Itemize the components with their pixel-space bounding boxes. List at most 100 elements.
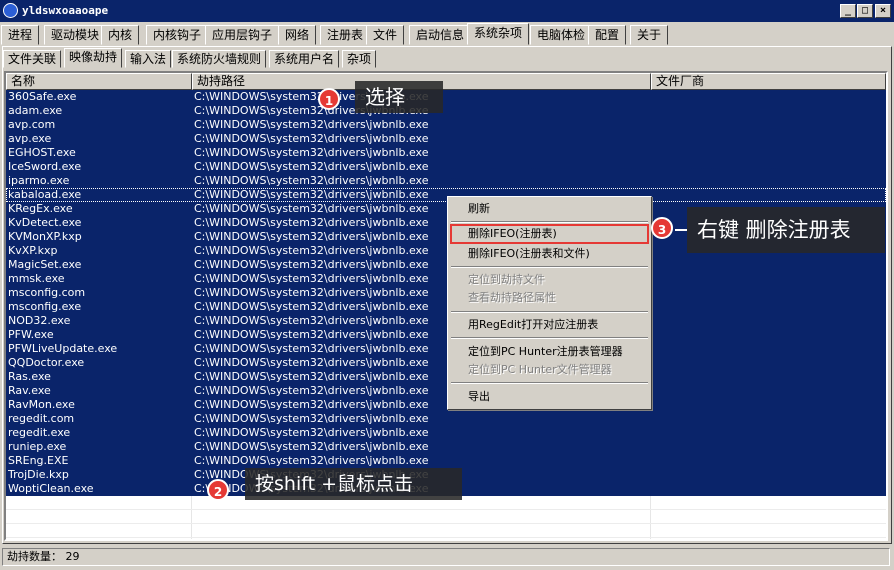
tab-registry[interactable]: 注册表 <box>320 25 371 45</box>
cell-path: C:\WINDOWS\system32\drivers\jwbnlb.exe <box>194 412 429 425</box>
column-header-vendor[interactable]: 文件厂商 <box>651 73 886 90</box>
empty-row <box>6 524 886 538</box>
subtab-firewall-rules[interactable]: 系统防火墙规则 <box>172 50 267 68</box>
cell-name: PFWLiveUpdate.exe <box>8 342 118 355</box>
tab-kernel-hooks[interactable]: 内核钩子 <box>146 25 209 45</box>
cell-name: Ras.exe <box>8 370 51 383</box>
table-row[interactable]: adam.exe C:\WINDOWS\system32\drivers\jwbn… <box>6 104 886 118</box>
subtab-sys-users[interactable]: 系统用户名 <box>269 50 340 68</box>
tab-pc-checkup[interactable]: 电脑体检 <box>530 25 593 45</box>
cell-path: C:\WINDOWS\system32\drivers\jwbnlb.exe <box>194 132 429 145</box>
cell-name: KRegEx.exe <box>8 202 73 215</box>
cell-path: C:\WINDOWS\system32\drivers\jwbnlb.exe <box>194 440 429 453</box>
table-row[interactable]: QQDoctor.exe C:\WINDOWS\system32\drivers\… <box>6 356 886 370</box>
close-button[interactable]: × <box>875 4 891 18</box>
table-row[interactable]: iparmo.exe C:\WINDOWS\system32\drivers\jw… <box>6 174 886 188</box>
table-row[interactable]: RavMon.exe C:\WINDOWS\system32\drivers\jw… <box>6 398 886 412</box>
context-menu: 刷新 删除IFEO(注册表) 删除IFEO(注册表和文件) 定位到劫持文件 查看… <box>447 196 652 410</box>
menu-locate-hijack-file: 定位到劫持文件 <box>468 273 545 286</box>
maximize-button[interactable]: □ <box>857 4 873 18</box>
table-row[interactable]: PFW.exe C:\WINDOWS\system32\drivers\jwbnl… <box>6 328 886 342</box>
table-row[interactable]: msconfig.exe C:\WINDOWS\system32\drivers\… <box>6 300 886 314</box>
tab-system-misc[interactable]: 系统杂项 <box>467 23 530 45</box>
cell-path: C:\WINDOWS\system32\drivers\jwbnlb.exe <box>194 160 429 173</box>
cell-name: PFW.exe <box>8 328 54 341</box>
cell-name: msconfig.com <box>8 286 86 299</box>
step3-badge: 3 <box>651 217 673 239</box>
cell-path: C:\WINDOWS\system32\drivers\jwbnlb.exe <box>194 118 429 131</box>
tab-file[interactable]: 文件 <box>366 25 405 45</box>
table-row[interactable]: 360Safe.exe C:\WINDOWS\system32\drivers\j… <box>6 90 886 104</box>
cell-name: avp.exe <box>8 132 52 145</box>
menu-locate-file-manager: 定位到PC Hunter文件管理器 <box>468 363 612 376</box>
cell-name: NOD32.exe <box>8 314 71 327</box>
hijack-count: 劫持数量： 29 <box>2 548 890 566</box>
title-bar: yldswxoaaoape _ □ × <box>0 0 894 22</box>
table-row[interactable]: IceSword.exe C:\WINDOWS\system32\drivers\… <box>6 160 886 174</box>
sub-tab-bar: 文件关联 映像劫持 输入法 系统防火墙规则 系统用户名 杂项 <box>2 48 892 68</box>
table-row[interactable]: EGHOST.exe C:\WINDOWS\system32\drivers\jw… <box>6 146 886 160</box>
menu-separator <box>451 311 648 313</box>
table-row[interactable]: avp.exe C:\WINDOWS\system32\drivers\jwbnl… <box>6 132 886 146</box>
menu-separator <box>451 382 648 384</box>
menu-delete-ifeo-registry-and-file[interactable]: 删除IFEO(注册表和文件) <box>450 244 649 264</box>
tab-process[interactable]: 进程 <box>1 25 40 45</box>
table-row[interactable]: Rav.exe C:\WINDOWS\system32\drivers\jwbnl… <box>6 384 886 398</box>
tab-kernel[interactable]: 内核 <box>101 25 140 45</box>
table-row[interactable]: NOD32.exe C:\WINDOWS\system32\drivers\jwb… <box>6 314 886 328</box>
menu-delete-ifeo-registry[interactable]: 删除IFEO(注册表) <box>450 224 649 244</box>
table-row[interactable]: PFWLiveUpdate.exe C:\WINDOWS\system32\dri… <box>6 342 886 356</box>
tab-driver-modules[interactable]: 驱动模块 <box>44 25 107 45</box>
subtab-ime[interactable]: 输入法 <box>125 50 172 68</box>
cell-name: SREng.EXE <box>8 454 69 467</box>
table-row[interactable]: runiep.exe C:\WINDOWS\system32\drivers\jw… <box>6 440 886 454</box>
cell-name: TrojDie.kxp <box>8 468 69 481</box>
tab-network[interactable]: 网络 <box>278 25 317 45</box>
table-row[interactable]: mmsk.exe C:\WINDOWS\system32\drivers\jwbn… <box>6 272 886 286</box>
cell-name: Rav.exe <box>8 384 51 397</box>
table-row[interactable]: regedit.com C:\WINDOWS\system32\drivers\j… <box>6 412 886 426</box>
empty-row <box>6 510 886 524</box>
tab-startup-info[interactable]: 启动信息 <box>409 25 472 45</box>
menu-view-path-properties: 查看劫持路径属性 <box>468 291 556 304</box>
cell-name: QQDoctor.exe <box>8 356 85 369</box>
cell-name: KVMonXP.kxp <box>8 230 82 243</box>
step1-badge: 1 <box>318 88 340 110</box>
menu-separator <box>451 221 648 223</box>
subtab-ifeo[interactable]: 映像劫持 <box>64 48 123 68</box>
cell-path: C:\WINDOWS\system32\drivers\jwbnlb.exe <box>194 454 429 467</box>
table-row[interactable]: avp.com C:\WINDOWS\system32\drivers\jwbnl… <box>6 118 886 132</box>
table-row[interactable]: SREng.EXE C:\WINDOWS\system32\drivers\jwb… <box>6 454 886 468</box>
step3-callout: 右键 删除注册表 <box>687 207 885 253</box>
table-row[interactable]: msconfig.com C:\WINDOWS\system32\drivers\… <box>6 286 886 300</box>
menu-locate-registry-manager[interactable]: 定位到PC Hunter注册表管理器 <box>450 342 649 362</box>
menu-separator <box>451 266 648 268</box>
cell-name: msconfig.exe <box>8 300 82 313</box>
subtab-file-assoc[interactable]: 文件关联 <box>3 50 62 68</box>
table-row[interactable]: regedit.exe C:\WINDOWS\system32\drivers\j… <box>6 426 886 440</box>
column-header-name[interactable]: 名称 <box>6 73 192 90</box>
cell-path: C:\WINDOWS\system32\drivers\jwbnlb.exe <box>194 426 429 439</box>
tab-about[interactable]: 关于 <box>630 25 669 45</box>
table-row[interactable]: kabaload.exe C:\WINDOWS\system32\drivers\… <box>6 188 886 202</box>
table-row[interactable]: MagicSet.exe C:\WINDOWS\system32\drivers\… <box>6 258 886 272</box>
tab-app-hooks[interactable]: 应用层钩子 <box>205 25 280 45</box>
main-tab-bar: 进程 驱动模块 内核 内核钩子 应用层钩子 网络 注册表 文件 启动信息 系统杂… <box>0 23 894 45</box>
tab-config[interactable]: 配置 <box>588 25 627 45</box>
table-row[interactable]: Ras.exe C:\WINDOWS\system32\drivers\jwbnl… <box>6 370 886 384</box>
menu-open-regedit[interactable]: 用RegEdit打开对应注册表 <box>450 315 649 335</box>
cell-path: C:\WINDOWS\system32\drivers\jwbnlb.exe <box>194 146 429 159</box>
menu-export[interactable]: 导出 <box>450 387 649 407</box>
list-header: 名称 劫持路径 文件厂商 <box>6 73 886 90</box>
cell-name: IceSword.exe <box>8 160 82 173</box>
minimize-button[interactable]: _ <box>840 4 856 18</box>
app-icon <box>3 3 18 18</box>
cell-name: regedit.com <box>8 412 75 425</box>
step3-connector <box>675 229 687 231</box>
subtab-misc[interactable]: 杂项 <box>342 50 377 68</box>
cell-name: iparmo.exe <box>8 174 70 187</box>
cell-name: adam.exe <box>8 104 63 117</box>
cell-name: EGHOST.exe <box>8 146 76 159</box>
menu-refresh[interactable]: 刷新 <box>450 199 649 219</box>
cell-name: KvXP.kxp <box>8 244 58 257</box>
